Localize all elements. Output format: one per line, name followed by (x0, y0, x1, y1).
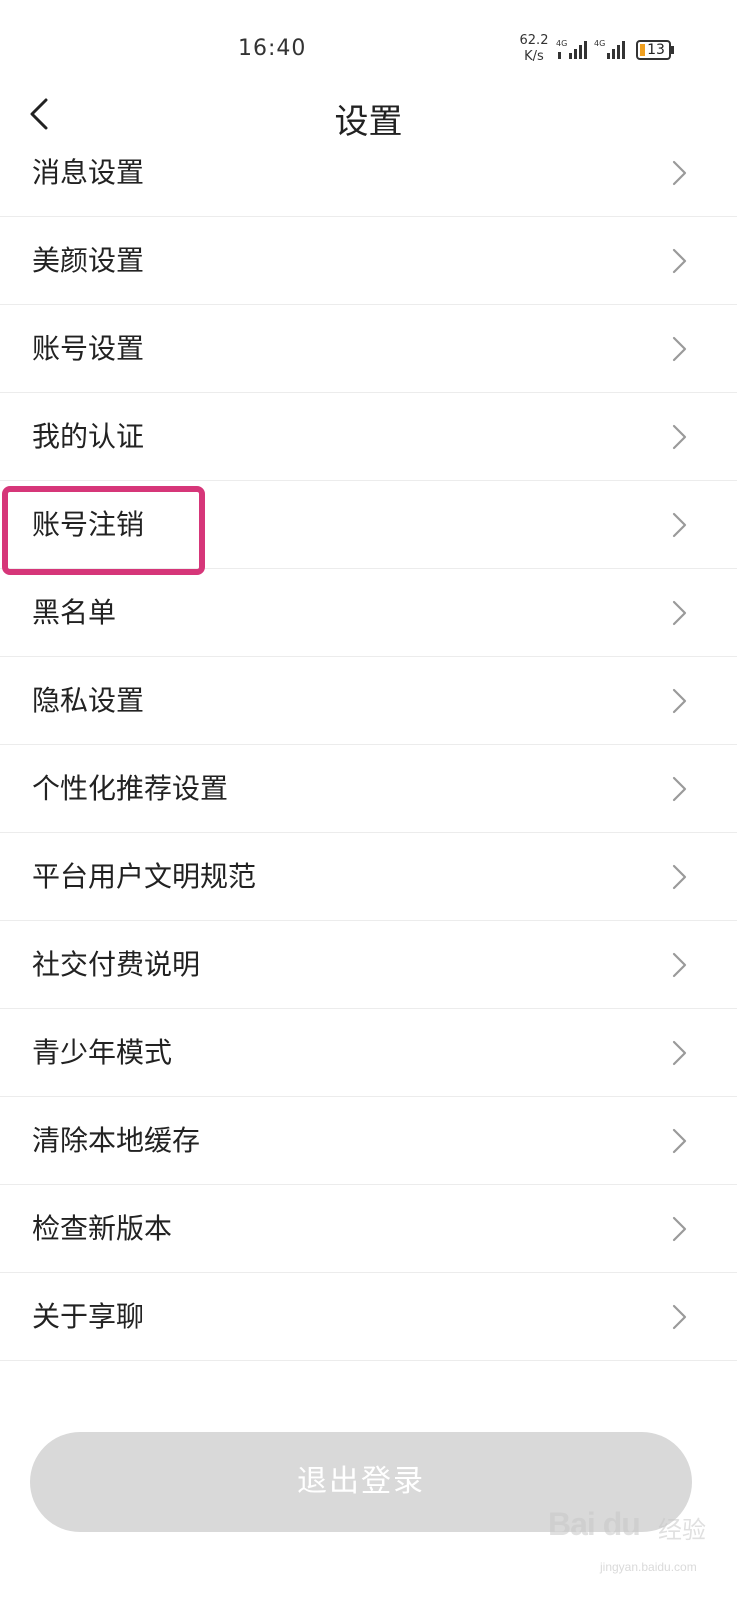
chevron-right-icon (672, 248, 687, 274)
chevron-right-icon (672, 776, 687, 802)
settings-item-check-update[interactable]: 检查新版本 (0, 1185, 737, 1273)
settings-item-label: 账号设置 (32, 332, 145, 365)
network-speed: 62.2 K/s (516, 33, 552, 65)
signal-1-label: 4G (556, 39, 567, 48)
status-time: 16:40 (238, 36, 307, 61)
chevron-right-icon (672, 952, 687, 978)
settings-item-account[interactable]: 账号设置 (0, 305, 737, 393)
settings-item-teen-mode[interactable]: 青少年模式 (0, 1009, 737, 1097)
settings-item-paid-social[interactable]: 社交付费说明 (0, 921, 737, 1009)
settings-item-civility-rules[interactable]: 平台用户文明规范 (0, 833, 737, 921)
settings-item-label: 清除本地缓存 (32, 1124, 201, 1157)
settings-item-beauty[interactable]: 美颜设置 (0, 217, 737, 305)
settings-item-label: 社交付费说明 (32, 948, 201, 981)
watermark-logo: Bai du (548, 1506, 641, 1542)
watermark-text: 经验 (658, 1516, 706, 1544)
settings-item-privacy[interactable]: 隐私设置 (0, 657, 737, 745)
chevron-right-icon (672, 336, 687, 362)
chevron-right-icon (672, 424, 687, 450)
settings-item-label: 黑名单 (32, 596, 117, 629)
settings-item-label: 隐私设置 (32, 684, 145, 717)
battery-level: 13 (647, 42, 665, 58)
settings-list: 消息设置 美颜设置 账号设置 我的认证 账号注销 黑名单 隐私设置 个性化推荐设… (0, 129, 737, 1361)
settings-item-about[interactable]: 关于享聊 (0, 1273, 737, 1361)
chevron-right-icon (672, 688, 687, 714)
chevron-right-icon (672, 1304, 687, 1330)
settings-item-label: 账号注销 (32, 508, 145, 541)
baidu-watermark: Bai du 经验 jingyan.baidu.com (548, 1500, 733, 1592)
settings-item-messages[interactable]: 消息设置 (0, 129, 737, 217)
settings-item-label: 美颜设置 (32, 244, 145, 277)
settings-item-label: 检查新版本 (32, 1212, 173, 1245)
settings-item-blacklist[interactable]: 黑名单 (0, 569, 737, 657)
watermark-url: jingyan.baidu.com (600, 1560, 697, 1574)
settings-item-label: 我的认证 (32, 420, 145, 453)
chevron-right-icon (672, 1128, 687, 1154)
chevron-right-icon (672, 864, 687, 890)
settings-item-account-deletion[interactable]: 账号注销 (0, 481, 737, 569)
chevron-right-icon (672, 600, 687, 626)
settings-item-verification[interactable]: 我的认证 (0, 393, 737, 481)
settings-item-clear-cache[interactable]: 清除本地缓存 (0, 1097, 737, 1185)
settings-item-label: 消息设置 (32, 156, 145, 189)
battery-icon: 13 (636, 40, 676, 60)
settings-item-label: 关于享聊 (32, 1300, 145, 1333)
chevron-right-icon (672, 512, 687, 538)
settings-item-label: 青少年模式 (32, 1036, 173, 1069)
chevron-right-icon (672, 1216, 687, 1242)
signal-icon: 4G (594, 38, 632, 60)
signal-2-label: 4G (594, 39, 605, 48)
chevron-right-icon (672, 160, 687, 186)
status-bar: 16:40 62.2 K/s 4G 4G 13 (0, 0, 737, 90)
network-speed-value: 62.2 (519, 33, 549, 48)
settings-item-label: 个性化推荐设置 (32, 772, 229, 805)
network-speed-unit: K/s (524, 49, 544, 64)
settings-item-personalized-recommendation[interactable]: 个性化推荐设置 (0, 745, 737, 833)
signal-icon: 4G (556, 38, 594, 60)
settings-item-label: 平台用户文明规范 (32, 860, 257, 893)
chevron-right-icon (672, 1040, 687, 1066)
